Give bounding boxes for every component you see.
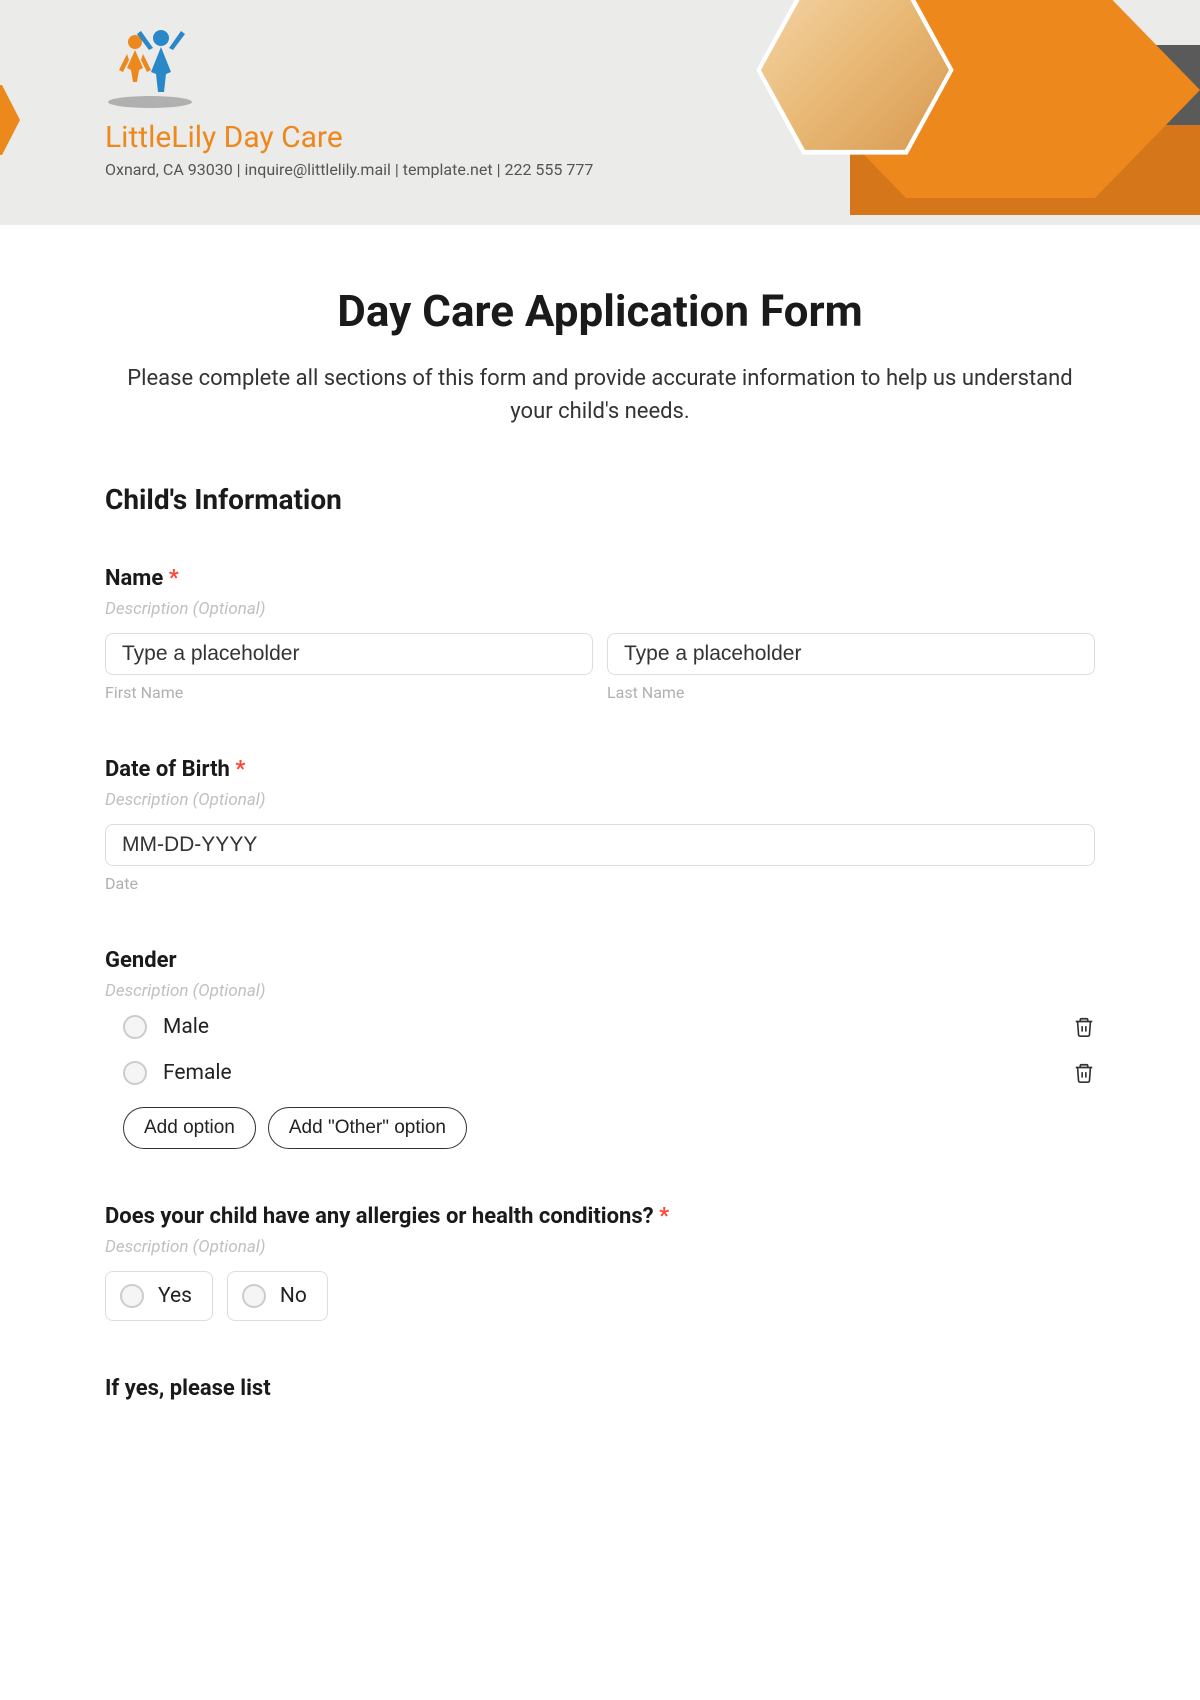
- list-field-group: If yes, please list: [105, 1376, 1095, 1401]
- decorative-shape-left: [0, 85, 20, 155]
- logo-icon: [105, 30, 195, 110]
- add-option-button[interactable]: Add option: [123, 1107, 256, 1149]
- required-star: *: [235, 757, 245, 782]
- dob-label-text: Date of Birth: [105, 757, 230, 782]
- allergies-field-group: Does your child have any allergies or he…: [105, 1204, 1095, 1321]
- last-name-input[interactable]: [607, 633, 1095, 675]
- add-other-option-button[interactable]: Add "Other" option: [268, 1107, 467, 1149]
- gender-label: Gender: [105, 948, 1095, 973]
- first-name-input[interactable]: [105, 633, 593, 675]
- name-field-group: Name * Description (Optional) First Name…: [105, 566, 1095, 702]
- gender-field-group: Gender Description (Optional) Male Femal…: [105, 948, 1095, 1149]
- radio-yes[interactable]: [120, 1284, 144, 1308]
- company-name: LittleLily Day Care: [105, 120, 593, 155]
- form-body: Day Care Application Form Please complet…: [0, 225, 1200, 1401]
- required-star: *: [659, 1204, 669, 1229]
- allergies-description[interactable]: Description (Optional): [105, 1237, 1095, 1257]
- first-name-sublabel: First Name: [105, 683, 593, 702]
- dob-label: Date of Birth *: [105, 757, 1095, 782]
- no-label: No: [280, 1284, 307, 1308]
- header-hex-decoration: [640, 0, 1200, 225]
- list-label: If yes, please list: [105, 1376, 1095, 1401]
- last-name-sublabel: Last Name: [607, 683, 1095, 702]
- name-description[interactable]: Description (Optional): [105, 599, 1095, 619]
- section-title-child-info: Child's Information: [105, 483, 1095, 516]
- dob-field-group: Date of Birth * Description (Optional) D…: [105, 757, 1095, 893]
- dob-description[interactable]: Description (Optional): [105, 790, 1095, 810]
- gender-option-female-row: Female: [123, 1061, 1095, 1085]
- dob-input[interactable]: [105, 824, 1095, 866]
- name-label-text: Name: [105, 566, 163, 591]
- form-title: Day Care Application Form: [105, 285, 1095, 337]
- radio-male[interactable]: [123, 1015, 147, 1039]
- radio-no[interactable]: [242, 1284, 266, 1308]
- header-banner: LittleLily Day Care Oxnard, CA 93030 | i…: [0, 0, 1200, 225]
- yes-label: Yes: [158, 1284, 192, 1308]
- gender-description[interactable]: Description (Optional): [105, 981, 1095, 1001]
- company-contact-info: Oxnard, CA 93030 | inquire@littlelily.ma…: [105, 160, 593, 179]
- trash-icon[interactable]: [1073, 1061, 1095, 1085]
- allergies-yes-box[interactable]: Yes: [105, 1271, 213, 1321]
- gender-option-male-row: Male: [123, 1015, 1095, 1039]
- required-star: *: [169, 566, 179, 591]
- radio-male-label[interactable]: Male: [163, 1015, 209, 1039]
- logo-section: LittleLily Day Care Oxnard, CA 93030 | i…: [105, 30, 593, 179]
- allergies-no-box[interactable]: No: [227, 1271, 328, 1321]
- name-label: Name *: [105, 566, 1095, 591]
- allergies-label: Does your child have any allergies or he…: [105, 1204, 1095, 1229]
- allergies-label-text: Does your child have any allergies or he…: [105, 1204, 654, 1229]
- dob-sublabel: Date: [105, 874, 1095, 893]
- trash-icon[interactable]: [1073, 1015, 1095, 1039]
- radio-female-label[interactable]: Female: [163, 1061, 232, 1085]
- form-subtitle: Please complete all sections of this for…: [105, 362, 1095, 428]
- radio-female[interactable]: [123, 1061, 147, 1085]
